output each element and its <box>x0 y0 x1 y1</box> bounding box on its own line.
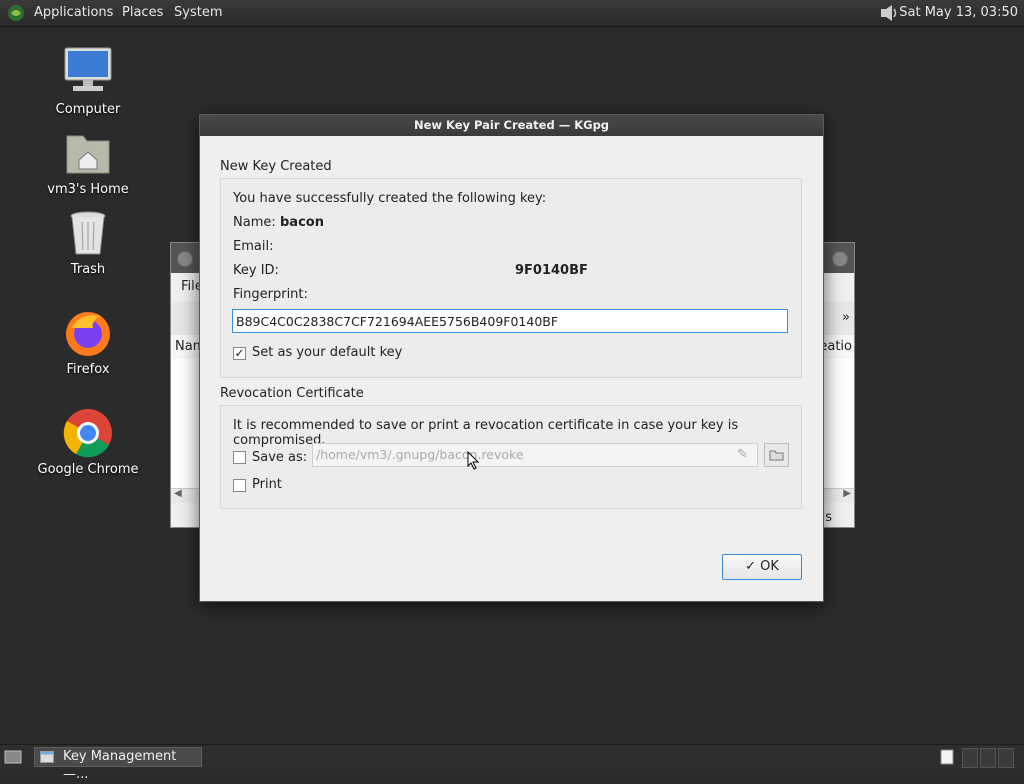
save-path-field[interactable]: /home/vm3/.gnupg/bacon.revoke <box>312 443 758 467</box>
default-key-label[interactable]: Set as your default key <box>252 345 402 360</box>
desktop-icon-label: Google Chrome <box>37 462 139 477</box>
chrome-icon <box>61 406 115 460</box>
system-menu[interactable]: System <box>174 5 222 20</box>
scroll-left-icon[interactable]: ◀ <box>174 488 182 499</box>
fingerprint-field[interactable]: B89C4C0C2838C7CF721694AEE5756B409F0140BF <box>232 309 788 333</box>
toolbar-overflow-icon[interactable]: » <box>842 310 850 325</box>
check-icon: ✓ <box>745 559 756 574</box>
dialog-title[interactable]: New Key Pair Created — KGpg <box>200 115 823 136</box>
new-key-group-title: New Key Created <box>220 159 332 174</box>
save-as-label[interactable]: Save as: <box>252 450 307 465</box>
desktop-icon-label: Computer <box>55 102 121 117</box>
places-menu[interactable]: Places <box>122 5 163 20</box>
top-panel: Applications Places System Sat May 13, 0… <box>0 0 1024 27</box>
save-as-row: Save as: /home/vm3/.gnupg/bacon.revoke ✎ <box>221 431 801 477</box>
clock[interactable]: Sat May 13, 03:50 <box>899 5 1018 20</box>
name-value: bacon <box>280 215 324 230</box>
keyid-value: 9F0140BF <box>515 263 588 278</box>
browse-button[interactable] <box>764 443 789 467</box>
desktop-icon-label: Trash <box>70 262 106 277</box>
taskbar-key-management[interactable]: Key Management —... <box>34 747 202 782</box>
firefox-icon <box>61 306 115 360</box>
print-label[interactable]: Print <box>252 477 282 492</box>
fingerprint-label: Fingerprint: <box>233 287 308 302</box>
desktop-icon-home[interactable]: vm3's Home <box>33 126 143 197</box>
keyid-label: Key ID: <box>233 263 279 278</box>
notes-icon[interactable] <box>940 749 954 765</box>
name-label: Name: <box>233 215 276 230</box>
desktop-icon-firefox[interactable]: Firefox <box>33 306 143 377</box>
bottom-panel: Key Management —... <box>0 744 1024 782</box>
home-folder-icon <box>61 126 115 180</box>
applications-menu[interactable]: Applications <box>34 5 113 20</box>
mouse-cursor-icon <box>467 451 480 470</box>
desktop-icon-label: Firefox <box>66 362 110 377</box>
clear-field-icon[interactable]: ✎ <box>737 447 748 462</box>
workspace-3[interactable] <box>998 748 1014 768</box>
taskbar-label: Key Management —... <box>63 749 177 782</box>
save-as-checkbox[interactable] <box>233 451 246 464</box>
desktop-icon-label: vm3's Home <box>47 182 129 197</box>
scroll-right-icon[interactable]: ▶ <box>843 488 851 499</box>
folder-icon <box>769 450 784 461</box>
intro-text: You have successfully created the follow… <box>233 191 547 206</box>
desktop-icon-computer[interactable]: Computer <box>33 46 143 117</box>
workspace-2[interactable] <box>980 748 996 768</box>
print-checkbox[interactable] <box>233 479 246 492</box>
volume-icon[interactable] <box>878 3 900 23</box>
workspace-1[interactable] <box>962 748 978 768</box>
monitor-icon <box>61 46 115 100</box>
email-label: Email: <box>233 239 274 254</box>
show-desktop-icon[interactable] <box>4 749 22 765</box>
new-key-dialog: New Key Pair Created — KGpg New Key Crea… <box>199 114 824 602</box>
window-icon <box>40 751 54 763</box>
window-close-icon[interactable] <box>177 251 193 267</box>
revocation-group: It is recommended to save or print a rev… <box>220 405 802 509</box>
ok-label: OK <box>760 559 779 574</box>
window-maximize-icon[interactable] <box>832 251 848 267</box>
desktop-icon-chrome[interactable]: Google Chrome <box>33 406 143 477</box>
ok-button[interactable]: ✓ OK <box>722 554 802 580</box>
mate-logo-icon[interactable] <box>6 3 26 23</box>
trash-icon <box>61 206 115 260</box>
new-key-group: You have successfully created the follow… <box>220 178 802 378</box>
revocation-group-title: Revocation Certificate <box>220 386 364 401</box>
default-key-checkbox[interactable]: ✓ <box>233 347 246 360</box>
desktop-icon-trash[interactable]: Trash <box>33 206 143 277</box>
status-text: s <box>825 510 832 525</box>
